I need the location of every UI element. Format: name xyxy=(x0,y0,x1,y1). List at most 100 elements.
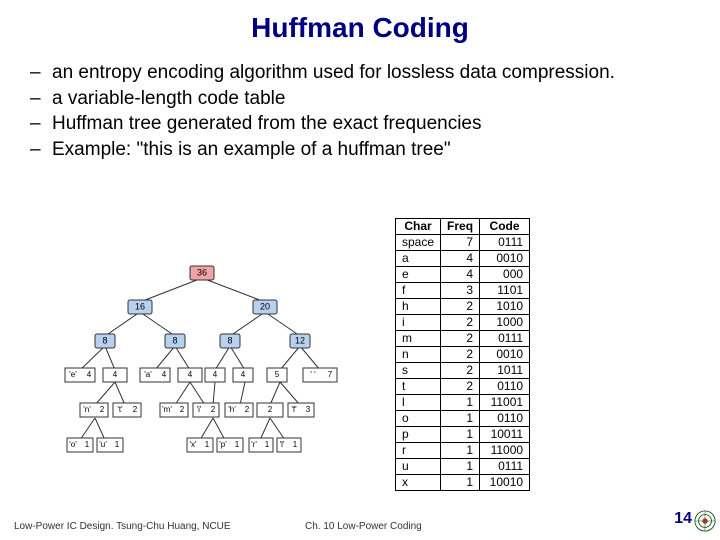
cell-code: 0010 xyxy=(480,347,530,363)
huffman-tree-diagram: 36 16 20 8 8 8 12 'e'4 4 'a'4 4 4 4 5 ' … xyxy=(45,260,360,470)
table-row: space70111 xyxy=(396,235,530,251)
table-row: h21010 xyxy=(396,299,530,315)
code-table: Char Freq Code space70111a40010e4000f311… xyxy=(395,218,530,491)
svg-text:'e': 'e' xyxy=(69,370,77,379)
bullet-item: –Example: "this is an example of a huffm… xyxy=(30,137,696,163)
cell-code: 0111 xyxy=(480,331,530,347)
bullet-text: Huffman tree generated from the exact fr… xyxy=(52,113,482,134)
table-row: i21000 xyxy=(396,315,530,331)
svg-text:'m': 'm' xyxy=(162,405,172,414)
footer-left: Low-Power IC Design. Tsung-Chu Huang, NC… xyxy=(14,521,231,532)
bullet-item: –a variable-length code table xyxy=(30,86,696,112)
cell-freq: 7 xyxy=(441,235,480,251)
table-row: r111000 xyxy=(396,443,530,459)
svg-text:36: 36 xyxy=(197,267,207,277)
svg-text:'r': 'r' xyxy=(251,440,257,449)
svg-text:16: 16 xyxy=(135,301,145,311)
cell-freq: 2 xyxy=(441,347,480,363)
table-row: a40010 xyxy=(396,251,530,267)
footer-mid: Ch. 10 Low-Power Coding xyxy=(305,521,422,532)
cell-code: 1011 xyxy=(480,363,530,379)
svg-text:8: 8 xyxy=(227,335,232,345)
svg-text:3: 3 xyxy=(306,405,311,414)
bullet-list: –an entropy encoding algorithm used for … xyxy=(0,52,720,163)
tree-l4: 'e'4 4 'a'4 4 4 4 5 ' '7 xyxy=(65,368,337,382)
cell-code: 10010 xyxy=(480,475,530,491)
cell-freq: 2 xyxy=(441,331,480,347)
svg-text:'f': 'f' xyxy=(291,405,297,414)
tree-l6: 'o'1 'u'1 'x'1 'p'1 'r'1 'l'1 xyxy=(67,438,301,452)
cell-freq: 1 xyxy=(441,427,480,443)
cell-code: 1000 xyxy=(480,315,530,331)
bullet-item: –Huffman tree generated from the exact f… xyxy=(30,111,696,137)
th-char: Char xyxy=(396,219,441,235)
svg-text:2: 2 xyxy=(133,405,138,414)
svg-text:2: 2 xyxy=(245,405,250,414)
cell-char: x xyxy=(396,475,441,491)
page-number: 14 xyxy=(674,510,692,528)
cell-freq: 1 xyxy=(441,443,480,459)
table-row: l111001 xyxy=(396,395,530,411)
svg-text:'t': 't' xyxy=(117,405,123,414)
cell-char: space xyxy=(396,235,441,251)
tree-l5: 'n'2 't'2 'm'2 'i'2 'h'2 2 'f'3 xyxy=(80,403,314,417)
cell-code: 0111 xyxy=(480,235,530,251)
cell-char: l xyxy=(396,395,441,411)
bullet-text: Example: "this is an example of a huffma… xyxy=(52,139,451,160)
page-title: Huffman Coding xyxy=(0,0,720,52)
cell-code: 0010 xyxy=(480,251,530,267)
svg-text:8: 8 xyxy=(102,335,107,345)
table-row: o10110 xyxy=(396,411,530,427)
svg-text:'o': 'o' xyxy=(69,440,77,449)
table-row: n20010 xyxy=(396,347,530,363)
svg-text:2: 2 xyxy=(268,405,273,414)
svg-text:1: 1 xyxy=(293,440,298,449)
cell-code: 0111 xyxy=(480,459,530,475)
bullet-item: –an entropy encoding algorithm used for … xyxy=(30,60,696,86)
svg-text:20: 20 xyxy=(260,301,270,311)
cell-freq: 1 xyxy=(441,395,480,411)
th-code: Code xyxy=(480,219,530,235)
table-row: s21011 xyxy=(396,363,530,379)
svg-text:'x': 'x' xyxy=(189,440,197,449)
svg-text:'h': 'h' xyxy=(228,405,236,414)
cell-freq: 3 xyxy=(441,283,480,299)
table-row: t20110 xyxy=(396,379,530,395)
bullet-text: an entropy encoding algorithm used for l… xyxy=(52,62,615,83)
cell-code: 10011 xyxy=(480,427,530,443)
table-row: m20111 xyxy=(396,331,530,347)
svg-text:1: 1 xyxy=(205,440,210,449)
svg-text:' ': ' ' xyxy=(310,370,316,379)
table-row: x110010 xyxy=(396,475,530,491)
table-row: e4000 xyxy=(396,267,530,283)
cell-freq: 1 xyxy=(441,411,480,427)
cell-code: 000 xyxy=(480,267,530,283)
svg-text:7: 7 xyxy=(328,370,333,379)
cell-freq: 1 xyxy=(441,475,480,491)
table-row: u10111 xyxy=(396,459,530,475)
table-row: p110011 xyxy=(396,427,530,443)
svg-text:8: 8 xyxy=(172,335,177,345)
cell-char: f xyxy=(396,283,441,299)
cell-char: u xyxy=(396,459,441,475)
cell-code: 0110 xyxy=(480,411,530,427)
th-freq: Freq xyxy=(441,219,480,235)
svg-text:'a': 'a' xyxy=(144,370,152,379)
cell-char: a xyxy=(396,251,441,267)
svg-text:2: 2 xyxy=(180,405,185,414)
svg-text:1: 1 xyxy=(115,440,120,449)
cell-char: n xyxy=(396,347,441,363)
svg-text:5: 5 xyxy=(275,370,280,379)
svg-text:'n': 'n' xyxy=(83,405,91,414)
svg-text:1: 1 xyxy=(265,440,270,449)
svg-text:'l': 'l' xyxy=(280,440,285,449)
svg-text:12: 12 xyxy=(295,335,305,345)
cell-char: i xyxy=(396,315,441,331)
svg-text:2: 2 xyxy=(100,405,105,414)
cell-code: 11000 xyxy=(480,443,530,459)
cell-char: o xyxy=(396,411,441,427)
cell-freq: 1 xyxy=(441,459,480,475)
cell-code: 0110 xyxy=(480,379,530,395)
cell-freq: 4 xyxy=(441,267,480,283)
svg-text:4: 4 xyxy=(162,370,167,379)
